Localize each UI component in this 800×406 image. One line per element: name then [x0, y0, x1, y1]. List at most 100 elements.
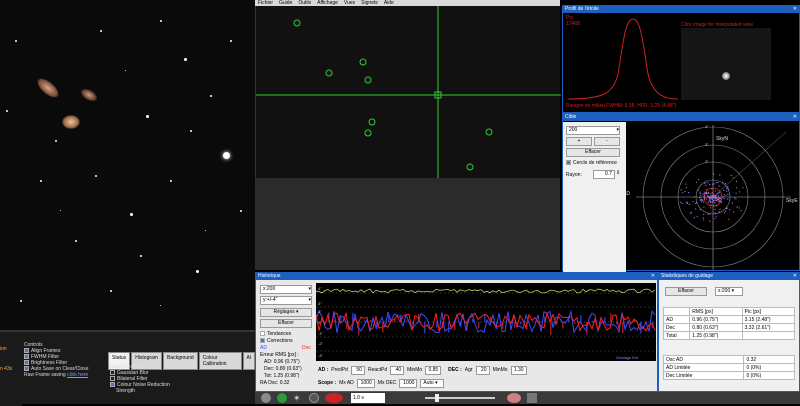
- target-point: [719, 175, 720, 176]
- mxdec-input[interactable]: 1000: [399, 379, 417, 388]
- stop-icon[interactable]: [325, 393, 343, 403]
- target-point: [719, 200, 720, 201]
- star-marker[interactable]: [365, 130, 371, 136]
- star-marker[interactable]: [326, 70, 332, 76]
- target-point: [710, 198, 711, 199]
- x-scale-select[interactable]: x:200▾: [260, 285, 312, 294]
- target-point: [700, 197, 701, 198]
- checkbox-icon[interactable]: [260, 331, 265, 336]
- checkbox-icon[interactable]: [110, 370, 115, 375]
- star-marker[interactable]: [369, 119, 375, 125]
- target-point: [733, 211, 734, 212]
- star: [230, 40, 232, 42]
- star-marker[interactable]: [360, 59, 366, 65]
- zoom-in-button[interactable]: +: [566, 137, 592, 146]
- stats-x-select[interactable]: x:200 ▾: [715, 287, 743, 296]
- target-point: [703, 217, 704, 218]
- live-stack-image[interactable]: [0, 0, 255, 330]
- target-point: [710, 202, 711, 203]
- star-marker[interactable]: [467, 164, 473, 170]
- target-point: [711, 199, 712, 200]
- zoom-select[interactable]: 200▾: [566, 126, 620, 135]
- close-icon[interactable]: ✕: [651, 273, 655, 280]
- guide-icon[interactable]: [309, 393, 319, 403]
- target-point: [686, 202, 687, 203]
- trends-toggle[interactable]: Tendances: [260, 331, 291, 337]
- star-marker[interactable]: [365, 77, 371, 83]
- target-point: [718, 195, 719, 196]
- mxad-input[interactable]: 1000: [357, 379, 375, 388]
- target-point: [703, 219, 704, 220]
- clear-history-button[interactable]: Effacer: [260, 319, 312, 328]
- checkbox-icon[interactable]: [24, 354, 29, 359]
- ref-circle-toggle[interactable]: Cercle de référence: [566, 160, 617, 166]
- target-point: [709, 199, 710, 200]
- exposure-value: 1.0 s: [353, 395, 364, 401]
- target-point: [690, 212, 691, 213]
- target-point: [693, 197, 694, 198]
- target-point: [698, 190, 699, 191]
- table-cell: 0.32: [744, 356, 795, 364]
- checkbox-icon[interactable]: [110, 376, 115, 381]
- fwhm-readout: Rangee du milieu FWHM: 5.38, HFD: 3.29 (…: [566, 103, 676, 109]
- radius-input[interactable]: 0.7: [593, 170, 615, 179]
- chevron-down-icon: ▾: [308, 297, 311, 304]
- checkbox-icon[interactable]: [566, 160, 571, 165]
- close-icon[interactable]: ✕: [793, 6, 797, 13]
- star-marker[interactable]: [294, 20, 300, 26]
- dec-mode-select[interactable]: Auto ▾: [420, 379, 444, 388]
- brain-icon[interactable]: [507, 393, 521, 403]
- history-graph[interactable]: 4" 2" 1" 0 -1" -2" -4" Guidage Ext: [316, 283, 656, 361]
- guide-camera-view[interactable]: [255, 6, 560, 178]
- trends-label: Tendances: [267, 331, 291, 337]
- exposure-select[interactable]: 1.0 s: [351, 393, 385, 403]
- checkbox-icon[interactable]: [24, 360, 29, 365]
- star-thumbnail[interactable]: [681, 28, 771, 100]
- corrections-label: Corrections: [267, 338, 293, 344]
- star-marker[interactable]: [486, 129, 492, 135]
- target-point: [712, 198, 713, 199]
- ref-circle-label: Cercle de référence: [573, 160, 617, 166]
- checkbox-icon[interactable]: [260, 338, 265, 343]
- reactpd-label: ReactPd: [368, 367, 387, 373]
- star: [223, 152, 230, 159]
- clear-target-button[interactable]: Effacer: [566, 148, 620, 157]
- correction-bar: [370, 320, 372, 322]
- raw-saving-label: Raw Frame saving: [24, 372, 66, 378]
- gamma-slider-thumb[interactable]: [435, 394, 439, 402]
- checkbox-icon[interactable]: [24, 348, 29, 353]
- reactpd-input[interactable]: 40: [390, 366, 404, 375]
- galaxy-1: [34, 75, 62, 101]
- spinner-icon[interactable]: ⇕: [616, 170, 620, 176]
- minmo2-input[interactable]: 1.30: [511, 366, 527, 375]
- clear-stats-button[interactable]: Effacer: [665, 287, 707, 296]
- target-point: [722, 182, 723, 183]
- minmo-input[interactable]: 0.85: [425, 366, 441, 375]
- agr-input[interactable]: 20: [476, 366, 490, 375]
- zoom-out-button[interactable]: -: [594, 137, 620, 146]
- camera-icon[interactable]: [527, 393, 537, 403]
- target-point: [703, 202, 704, 203]
- table-cell: 0 (0%): [744, 364, 795, 372]
- corrections-toggle[interactable]: Corrections: [260, 338, 293, 344]
- loop-icon[interactable]: [277, 393, 287, 403]
- y-scale-select[interactable]: y:+/-4"▾: [260, 296, 312, 305]
- table-cell: Osc AD: [664, 356, 744, 364]
- target-point: [713, 174, 714, 175]
- close-icon[interactable]: ✕: [793, 114, 797, 121]
- connect-icon[interactable]: [261, 393, 271, 403]
- target-point: [739, 191, 740, 192]
- target-point: [704, 199, 705, 200]
- star-select-icon[interactable]: ✶: [293, 393, 303, 403]
- predpd-input[interactable]: 50: [351, 366, 365, 375]
- table-cell: Total: [664, 332, 690, 340]
- checkbox-icon[interactable]: [110, 382, 115, 387]
- target-point: [732, 202, 733, 203]
- target-point: [718, 192, 719, 193]
- target-point: [727, 186, 728, 187]
- star: [240, 210, 242, 212]
- checkbox-icon[interactable]: [24, 366, 29, 371]
- click-here-link[interactable]: click here: [67, 372, 88, 378]
- close-icon[interactable]: ✕: [793, 273, 797, 280]
- settings-button[interactable]: Réglages ▾: [260, 308, 312, 317]
